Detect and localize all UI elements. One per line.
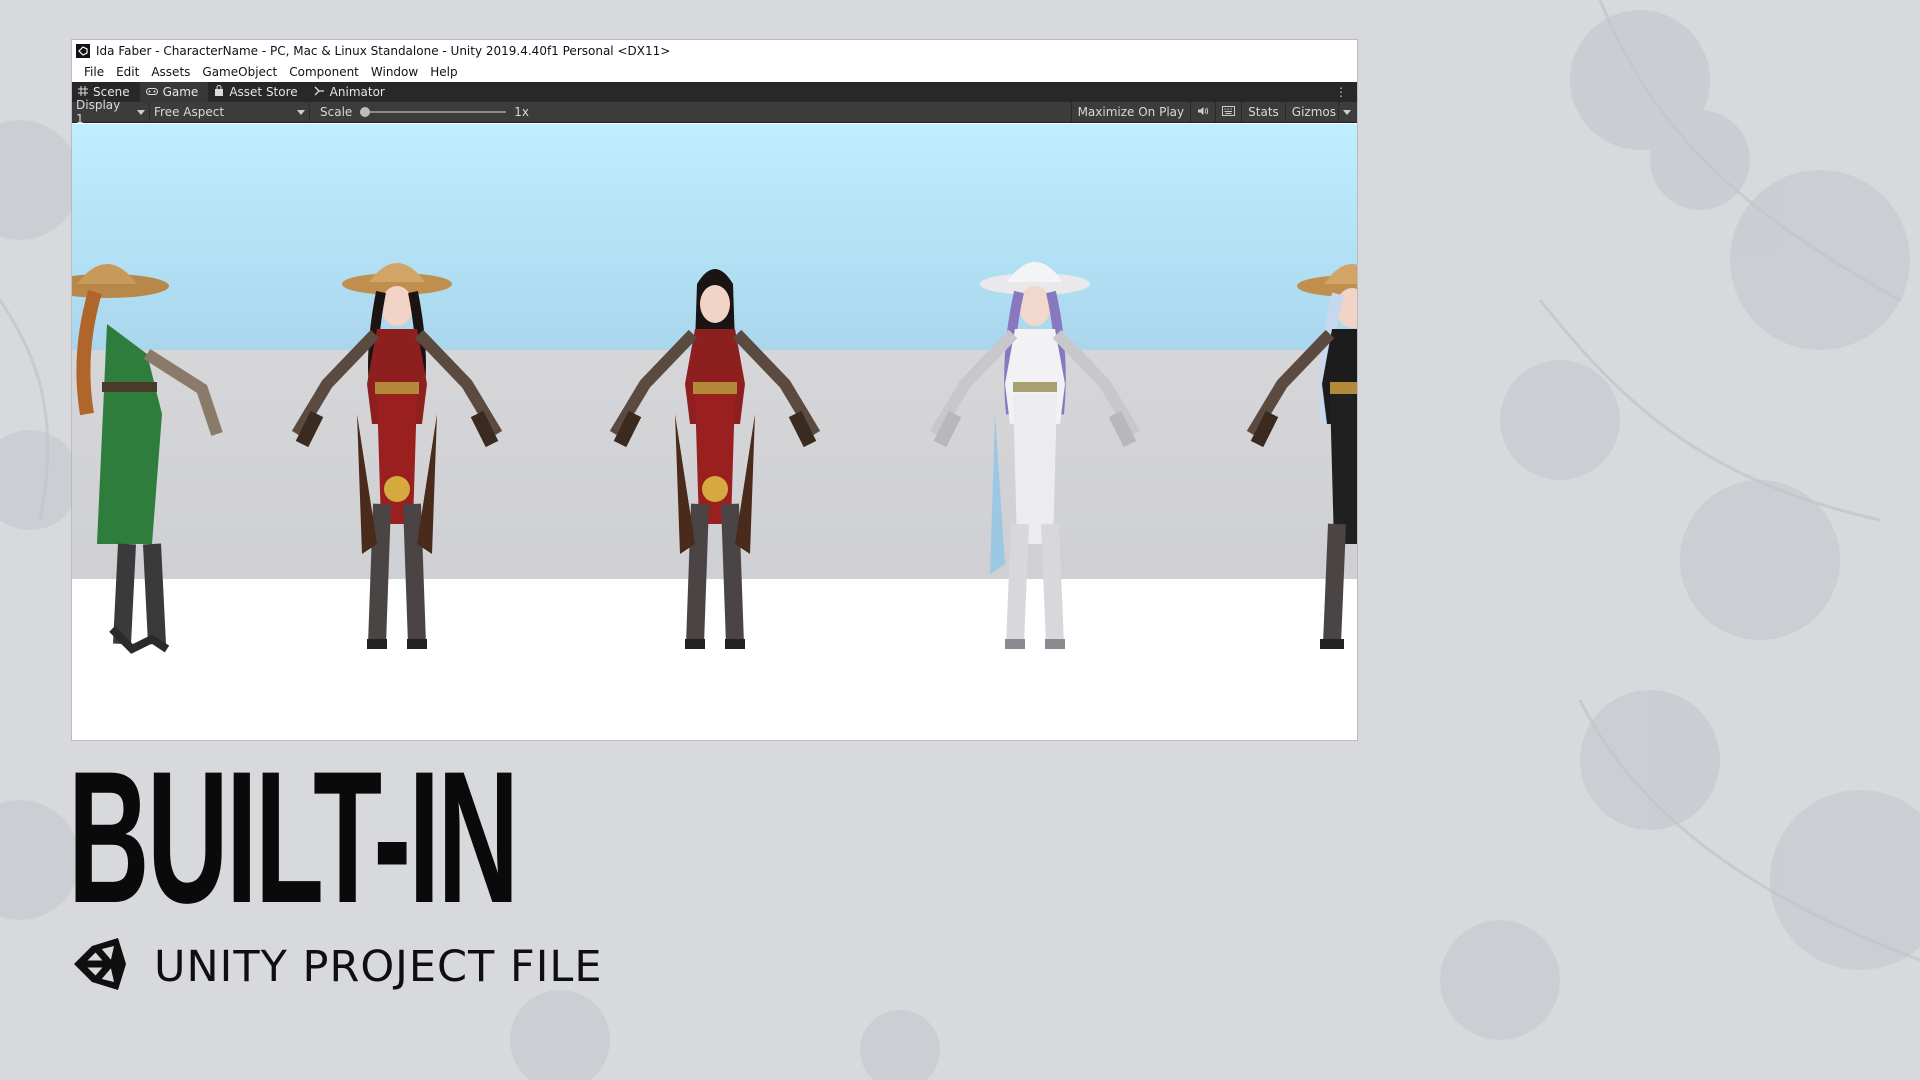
maximize-on-play-label: Maximize On Play <box>1077 105 1185 119</box>
maximize-on-play-button[interactable]: Maximize On Play <box>1070 102 1191 122</box>
chevron-down-icon <box>137 109 145 115</box>
aspect-dropdown[interactable]: Free Aspect <box>150 102 310 122</box>
keyboard-toggle-button[interactable] <box>1215 102 1241 122</box>
mute-audio-button[interactable] <box>1190 102 1215 122</box>
speaker-icon <box>1197 105 1209 119</box>
scale-control: Scale 1x <box>310 105 529 119</box>
display-dropdown[interactable]: Display 1 <box>72 98 150 126</box>
scale-slider[interactable] <box>360 107 507 117</box>
unity-app-icon[interactable] <box>76 44 90 58</box>
menu-bar: File Edit Assets GameObject Component Wi… <box>72 62 1357 82</box>
menu-window[interactable]: Window <box>365 65 424 79</box>
game-view-toolbar: Display 1 Free Aspect Scale 1x Maximize … <box>72 98 1357 126</box>
toolbar-right-group: Maximize On Play Stats Gizmos <box>1070 102 1357 122</box>
stats-label: Stats <box>1248 105 1279 119</box>
menu-assets[interactable]: Assets <box>145 65 196 79</box>
unity-logo-icon <box>70 932 132 1001</box>
scale-slider-handle[interactable] <box>360 107 371 117</box>
game-viewport[interactable] <box>72 124 1357 740</box>
gamepad-icon <box>145 85 158 99</box>
floor <box>72 579 1357 740</box>
lock-bag-icon <box>214 85 224 99</box>
unity-editor-window: Ida Faber - CharacterName - PC, Mac & Li… <box>71 39 1358 741</box>
menu-help[interactable]: Help <box>424 65 463 79</box>
keyboard-icon <box>1222 105 1236 119</box>
tab-animator[interactable]: Animator <box>308 82 395 102</box>
editor-tab-bar: Scene Game Asset Store Animator ⋮ <box>72 82 1357 102</box>
tab-animator-label: Animator <box>329 85 385 99</box>
scale-value: 1x <box>514 105 530 119</box>
stats-button[interactable]: Stats <box>1241 102 1285 122</box>
tab-game[interactable]: Game <box>139 82 209 102</box>
title-bar: Ida Faber - CharacterName - PC, Mac & Li… <box>72 40 1357 62</box>
window-title: Ida Faber - CharacterName - PC, Mac & Li… <box>96 44 671 58</box>
gizmos-dropdown[interactable] <box>1338 102 1357 122</box>
page-subheading: UNITY PROJECT FILE <box>154 941 603 992</box>
tab-asset-store[interactable]: Asset Store <box>208 82 307 102</box>
aspect-dropdown-label: Free Aspect <box>154 105 225 119</box>
tab-game-label: Game <box>162 85 199 99</box>
menu-component[interactable]: Component <box>283 65 365 79</box>
subtitle-row: UNITY PROJECT FILE <box>70 932 603 1001</box>
menu-gameobject[interactable]: GameObject <box>196 65 283 79</box>
gizmos-label: Gizmos <box>1291 105 1336 119</box>
gizmos-button[interactable]: Gizmos <box>1284 102 1338 122</box>
game-render <box>72 124 1357 740</box>
animator-icon <box>314 85 325 99</box>
grid-icon <box>78 85 88 99</box>
tab-options-icon[interactable]: ⋮ <box>1335 85 1347 99</box>
menu-file[interactable]: File <box>78 65 110 79</box>
scale-label: Scale <box>320 105 353 119</box>
tab-asset-store-label: Asset Store <box>229 85 298 99</box>
menu-edit[interactable]: Edit <box>110 65 145 79</box>
chevron-down-icon <box>297 109 305 115</box>
chevron-down-icon <box>1343 109 1351 115</box>
page-heading: BUILT-IN <box>68 732 519 942</box>
tab-scene-label: Scene <box>93 85 130 99</box>
display-dropdown-label: Display 1 <box>76 98 121 126</box>
